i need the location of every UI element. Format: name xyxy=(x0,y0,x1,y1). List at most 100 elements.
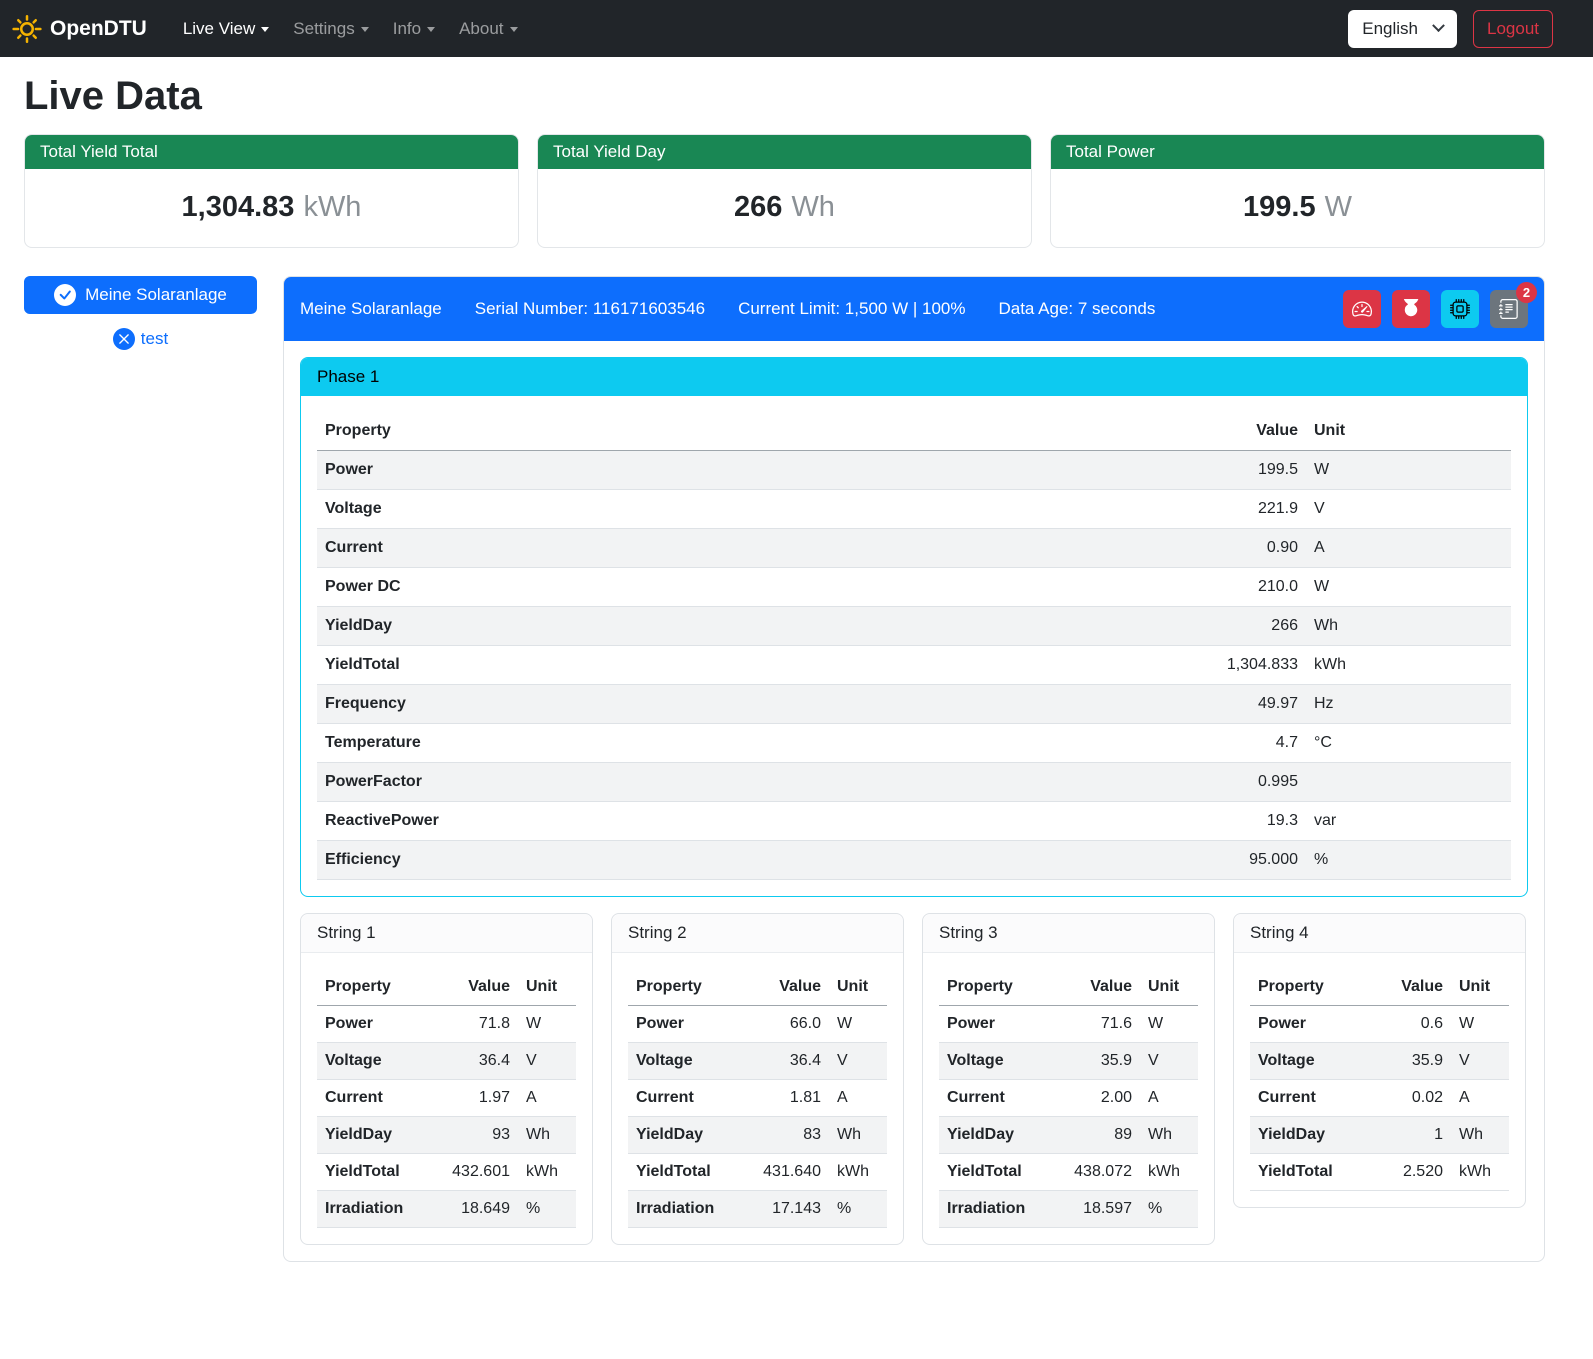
summary-value: 199.5 xyxy=(1243,191,1316,223)
property-cell: YieldTotal xyxy=(939,1153,1052,1190)
table-header-row: PropertyValueUnit xyxy=(939,969,1198,1006)
column-header-property: Property xyxy=(1250,969,1373,1006)
unit-cell: Wh xyxy=(518,1116,576,1153)
summary-unit: Wh xyxy=(791,191,835,223)
unit-cell: Wh xyxy=(1140,1116,1198,1153)
phase-table: PropertyValueUnitPower199.5WVoltage221.9… xyxy=(317,412,1511,880)
page: Live Data Total Yield Total 1,304.83kWh … xyxy=(0,74,1593,1276)
table-row-power: Power0.6W xyxy=(1250,1005,1509,1042)
unit-cell: °C xyxy=(1306,723,1511,762)
nav-item-settings[interactable]: Settings xyxy=(281,11,380,47)
unit-cell: W xyxy=(1306,567,1511,606)
nav-links: Live View Settings Info About xyxy=(171,11,530,47)
table-row-power: Power71.6W xyxy=(939,1005,1198,1042)
unit-cell: kWh xyxy=(518,1153,576,1190)
brand[interactable]: OpenDTU xyxy=(12,14,147,44)
power-toggle-button[interactable] xyxy=(1392,290,1430,328)
value-cell: 432.601 xyxy=(430,1153,518,1190)
property-cell: Irradiation xyxy=(317,1190,430,1227)
string-table: PropertyValueUnitPower0.6WVoltage35.9VCu… xyxy=(1250,969,1509,1191)
table-row-efficiency: Efficiency95.000% xyxy=(317,840,1511,879)
value-cell: 0.90 xyxy=(909,528,1306,567)
property-cell: Frequency xyxy=(317,684,909,723)
table-row-yieldday: YieldDay93Wh xyxy=(317,1116,576,1153)
string-card-title: String 4 xyxy=(1234,914,1525,953)
summary-card-total-power: Total Power 199.5W xyxy=(1050,134,1545,248)
limit-settings-button[interactable] xyxy=(1343,290,1381,328)
table-header-row: PropertyValueUnit xyxy=(628,969,887,1006)
unit-cell: V xyxy=(1451,1042,1509,1079)
inverter-link-test[interactable]: test xyxy=(24,328,257,350)
property-cell: Efficiency xyxy=(317,840,909,879)
value-cell: 438.072 xyxy=(1052,1153,1140,1190)
summary-card-value-row: 1,304.83kWh xyxy=(25,169,518,247)
property-cell: YieldTotal xyxy=(317,645,909,684)
property-cell: Current xyxy=(939,1079,1052,1116)
column-header-unit: Unit xyxy=(518,969,576,1006)
table-row-power: Power199.5W xyxy=(317,450,1511,489)
property-cell: YieldDay xyxy=(1250,1116,1373,1153)
string-card-string-1: String 1 PropertyValueUnitPower71.8WVolt… xyxy=(300,913,593,1245)
event-log-button[interactable]: 2 xyxy=(1490,290,1528,328)
string-card-title: String 2 xyxy=(612,914,903,953)
property-cell: Irradiation xyxy=(939,1190,1052,1227)
power-icon xyxy=(1401,299,1421,319)
brand-label: OpenDTU xyxy=(50,17,147,41)
value-cell: 18.597 xyxy=(1052,1190,1140,1227)
table-row-current: Current0.90A xyxy=(317,528,1511,567)
column-header-value: Value xyxy=(430,969,518,1006)
table-row-current: Current0.02A xyxy=(1250,1079,1509,1116)
inverter-select-button[interactable]: Meine Solaranlage xyxy=(24,276,257,314)
string-card-string-4: String 4 PropertyValueUnitPower0.6WVolta… xyxy=(1233,913,1526,1208)
table-row-current: Current1.81A xyxy=(628,1079,887,1116)
nav-item-live-view[interactable]: Live View xyxy=(171,11,281,47)
summary-card-value-row: 199.5 W xyxy=(1051,169,1544,247)
property-cell: Voltage xyxy=(1250,1042,1373,1079)
language-select[interactable]: English xyxy=(1348,10,1457,48)
unit-cell: W xyxy=(1140,1005,1198,1042)
sidebar: Meine Solaranlage test xyxy=(24,276,257,350)
value-cell: 71.8 xyxy=(430,1005,518,1042)
nav-item-about[interactable]: About xyxy=(447,11,529,47)
table-row-yieldtotal: YieldTotal2.520kWh xyxy=(1250,1153,1509,1190)
phase-panel: Phase 1 PropertyValueUnitPower199.5WVolt… xyxy=(300,357,1528,897)
property-cell: Power xyxy=(317,1005,430,1042)
table-row-voltage: Voltage36.4V xyxy=(628,1042,887,1079)
inverter-select-label: Meine Solaranlage xyxy=(85,285,227,305)
logout-button[interactable]: Logout xyxy=(1473,10,1553,48)
x-circle-icon xyxy=(113,328,135,350)
table-row-yieldtotal: YieldTotal431.640kWh xyxy=(628,1153,887,1190)
string-card-title: String 3 xyxy=(923,914,1214,953)
unit-cell: % xyxy=(829,1190,887,1227)
inverter-name: Meine Solaranlage xyxy=(300,299,442,319)
table-row-frequency: Frequency49.97Hz xyxy=(317,684,1511,723)
table-row-current: Current1.97A xyxy=(317,1079,576,1116)
caret-down-icon xyxy=(261,27,269,32)
column-header-value: Value xyxy=(1373,969,1451,1006)
summary-unit: W xyxy=(1325,191,1352,223)
table-row-yieldday: YieldDay1Wh xyxy=(1250,1116,1509,1153)
property-cell: PowerFactor xyxy=(317,762,909,801)
string-table: PropertyValueUnitPower71.8WVoltage36.4VC… xyxy=(317,969,576,1228)
inverter-current-limit: Current Limit: 1,500 W | 100% xyxy=(738,299,965,319)
column-header-property: Property xyxy=(317,412,909,451)
inverter-link-label: test xyxy=(141,329,168,349)
table-row-current: Current2.00A xyxy=(939,1079,1198,1116)
property-cell: Voltage xyxy=(317,1042,430,1079)
page-title: Live Data xyxy=(24,74,1545,119)
caret-down-icon xyxy=(361,27,369,32)
unit-cell: kWh xyxy=(1140,1153,1198,1190)
unit-cell: V xyxy=(518,1042,576,1079)
device-info-button[interactable] xyxy=(1441,290,1479,328)
property-cell: Current xyxy=(628,1079,741,1116)
property-cell: Current xyxy=(1250,1079,1373,1116)
nav-item-info[interactable]: Info xyxy=(381,11,447,47)
property-cell: YieldDay xyxy=(317,1116,430,1153)
summary-card-total-yield-total: Total Yield Total 1,304.83kWh xyxy=(24,134,519,248)
value-cell: 17.143 xyxy=(741,1190,829,1227)
property-cell: YieldDay xyxy=(939,1116,1052,1153)
inverter-card-header: Meine Solaranlage Serial Number: 1161716… xyxy=(284,277,1544,341)
value-cell: 1,304.833 xyxy=(909,645,1306,684)
phase-panel-title: Phase 1 xyxy=(301,358,1527,396)
value-cell: 18.649 xyxy=(430,1190,518,1227)
